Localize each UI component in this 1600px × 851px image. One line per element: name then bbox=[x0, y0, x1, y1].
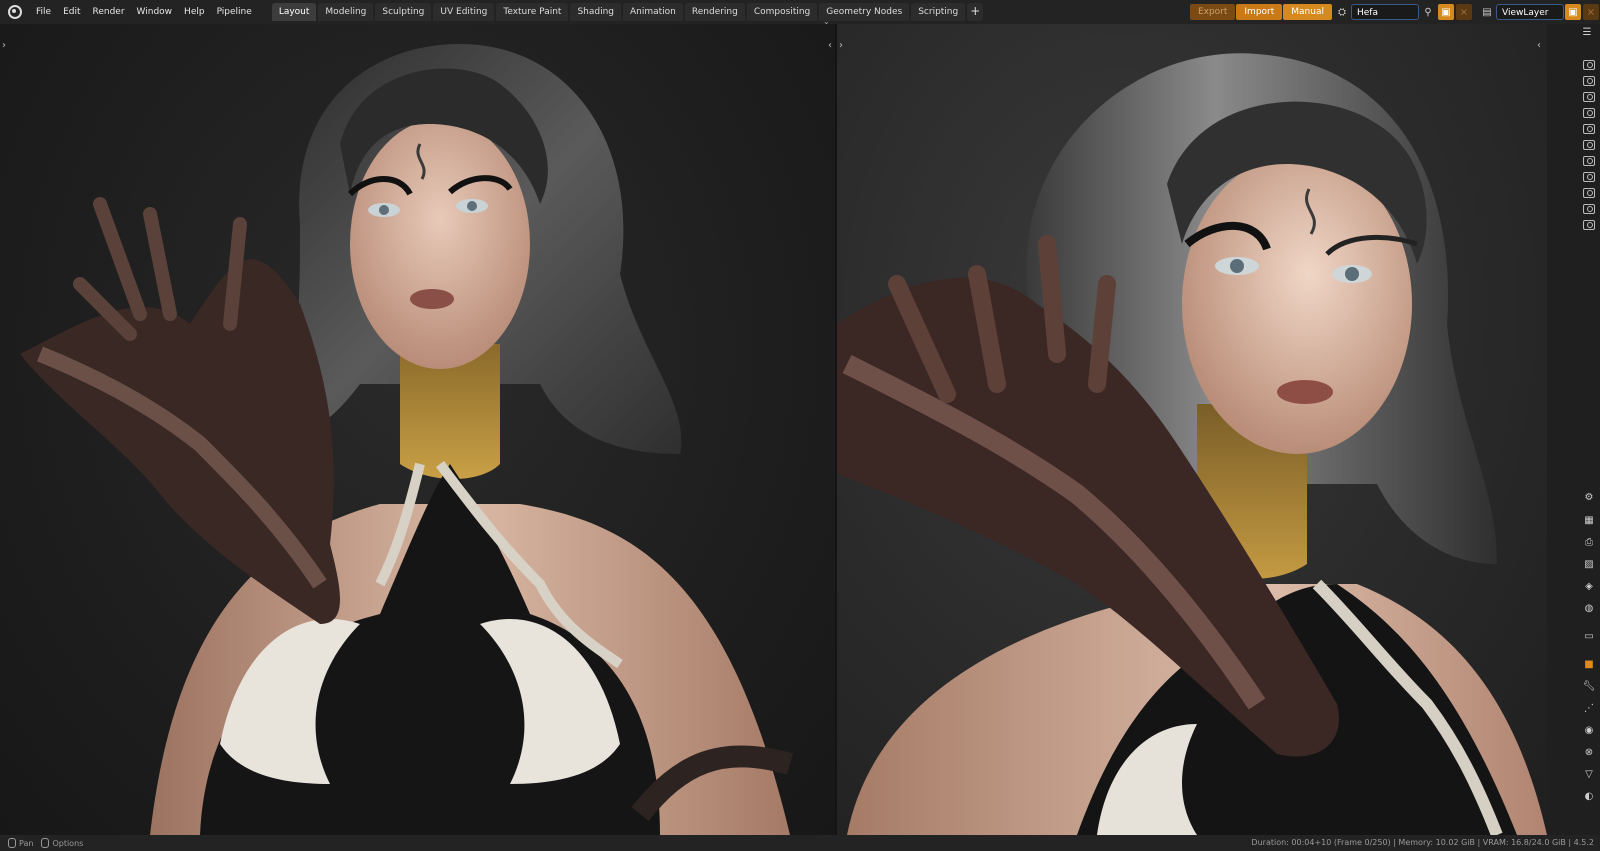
status-options: Options bbox=[41, 838, 83, 848]
camera-icon[interactable] bbox=[1583, 92, 1595, 102]
camera-icon[interactable] bbox=[1583, 204, 1595, 214]
camera-icon[interactable] bbox=[1583, 108, 1595, 118]
status-bar: Pan Options Duration: 00:04+10 (Frame 0/… bbox=[0, 835, 1600, 851]
manual-button[interactable]: Manual bbox=[1283, 4, 1332, 20]
toolbar-expand-icon[interactable]: › bbox=[839, 40, 843, 51]
editor-type-icon[interactable]: ☰ bbox=[1579, 24, 1595, 40]
top-right-controls: Export Import Manual ⛭ Hefa ⚲ ▣ × ▤ View… bbox=[1189, 2, 1600, 22]
properties-panel[interactable]: ☰ ⚙ ▦ ⎙ ▨ ◈ ◍ ▭ ■ 🔧︎ ⋰ ◉ ⊗ ▽ ◐ bbox=[1547, 24, 1600, 835]
tab-sculpting[interactable]: Sculpting bbox=[375, 3, 432, 21]
status-pan-label: Pan bbox=[19, 838, 34, 848]
render-right bbox=[837, 53, 1547, 835]
menu-pipeline[interactable]: Pipeline bbox=[211, 0, 258, 24]
scene-name-field[interactable]: Hefa bbox=[1351, 4, 1419, 20]
material-icon[interactable]: ◐ bbox=[1581, 788, 1597, 804]
tab-texture-paint[interactable]: Texture Paint bbox=[496, 3, 569, 21]
workspace-tabs: Layout Modeling Sculpting UV Editing Tex… bbox=[271, 0, 984, 24]
menu-window[interactable]: Window bbox=[131, 0, 179, 24]
tab-rendering[interactable]: Rendering bbox=[684, 3, 745, 21]
plus-icon[interactable]: + bbox=[967, 3, 984, 21]
modifier-icon[interactable]: 🔧︎ bbox=[1581, 678, 1597, 694]
camera-icon[interactable] bbox=[1583, 156, 1595, 166]
viewport-right[interactable]: › ‹ bbox=[837, 24, 1547, 835]
camera-icon[interactable] bbox=[1583, 124, 1595, 134]
pin-icon[interactable]: ⚲ bbox=[1420, 4, 1436, 20]
menu-file[interactable]: File bbox=[30, 0, 57, 24]
menu-edit[interactable]: Edit bbox=[57, 0, 86, 24]
collection-icon[interactable]: ▭ bbox=[1581, 628, 1597, 644]
object-icon[interactable]: ■ bbox=[1581, 656, 1597, 672]
mouse-icon bbox=[8, 838, 16, 848]
tab-shading[interactable]: Shading bbox=[570, 3, 621, 21]
status-info: Duration: 00:04+10 (Frame 0/250) | Memor… bbox=[1251, 838, 1594, 847]
camera-icon[interactable] bbox=[1583, 188, 1595, 198]
tab-uv-editing[interactable]: UV Editing bbox=[433, 3, 495, 21]
new-scene-icon[interactable]: ▣ bbox=[1438, 4, 1454, 20]
blender-logo-icon[interactable] bbox=[8, 5, 22, 19]
physics-icon[interactable]: ◉ bbox=[1581, 722, 1597, 738]
import-button[interactable]: Import bbox=[1236, 4, 1283, 20]
tab-layout[interactable]: Layout bbox=[271, 3, 317, 21]
mouse-icon bbox=[41, 838, 50, 848]
camera-icon[interactable] bbox=[1583, 76, 1595, 86]
new-view-layer-icon[interactable]: ▣ bbox=[1565, 4, 1581, 20]
output-icon[interactable]: ⎙ bbox=[1581, 534, 1597, 550]
world-icon[interactable]: ◍ bbox=[1581, 600, 1597, 616]
tool-icon[interactable]: ⚙ bbox=[1581, 489, 1597, 505]
camera-icon[interactable] bbox=[1583, 140, 1595, 150]
camera-icon[interactable] bbox=[1583, 220, 1595, 230]
tab-compositing[interactable]: Compositing bbox=[746, 3, 818, 21]
render-left bbox=[20, 44, 794, 835]
camera-icon[interactable] bbox=[1583, 60, 1595, 70]
scene-selector-icon[interactable]: ⛭ bbox=[1334, 4, 1350, 20]
sidebar-expand-icon[interactable]: ‹ bbox=[828, 40, 832, 51]
export-button[interactable]: Export bbox=[1189, 4, 1236, 20]
tab-geometry-nodes[interactable]: Geometry Nodes bbox=[819, 3, 910, 21]
delete-scene-icon[interactable]: × bbox=[1456, 4, 1472, 20]
delete-view-layer-icon[interactable]: × bbox=[1583, 4, 1599, 20]
particles-icon[interactable]: ⋰ bbox=[1581, 700, 1597, 716]
render-icon[interactable]: ▦ bbox=[1581, 512, 1597, 528]
constraints-icon[interactable]: ⊗ bbox=[1581, 744, 1597, 760]
tab-modeling[interactable]: Modeling bbox=[318, 3, 374, 21]
view-layer-icon[interactable]: ▨ bbox=[1581, 556, 1597, 572]
menu-help[interactable]: Help bbox=[178, 0, 211, 24]
view-layer-selector-icon[interactable]: ▤ bbox=[1479, 4, 1495, 20]
top-bar: File Edit Render Window Help Pipeline La… bbox=[0, 0, 1600, 26]
tab-scripting[interactable]: Scripting bbox=[911, 3, 966, 21]
toolbar-expand-icon[interactable]: › bbox=[2, 40, 6, 51]
sidebar-expand-icon[interactable]: ‹ bbox=[1537, 40, 1541, 51]
status-pan: Pan bbox=[8, 838, 33, 848]
tab-animation[interactable]: Animation bbox=[623, 3, 683, 21]
view-layer-field[interactable]: ViewLayer bbox=[1496, 4, 1564, 20]
scene-icon[interactable]: ◈ bbox=[1581, 578, 1597, 594]
data-icon[interactable]: ▽ bbox=[1581, 766, 1597, 782]
menu-render[interactable]: Render bbox=[87, 0, 131, 24]
camera-icon[interactable] bbox=[1583, 172, 1595, 182]
status-options-label: Options bbox=[52, 838, 84, 848]
viewport-left[interactable]: › ‹ bbox=[0, 24, 835, 835]
